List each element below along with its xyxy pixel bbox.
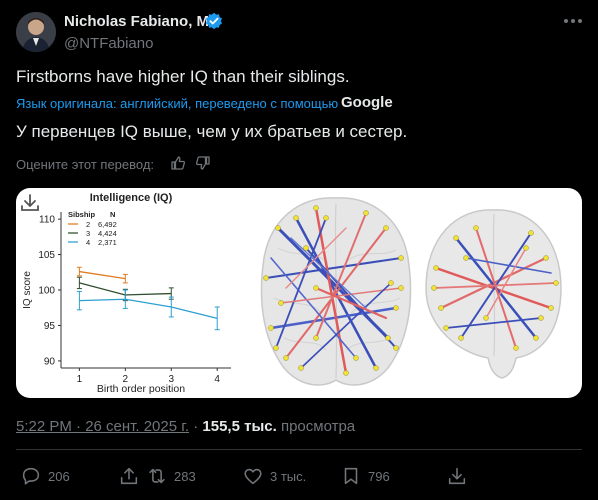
x-tick-label: 1	[77, 374, 83, 385]
x-tick-label: 4	[214, 374, 220, 385]
y-axis-label: IQ score	[22, 271, 33, 309]
author-name[interactable]: Nicholas Fabiano, MD	[64, 13, 220, 30]
y-tick-label: 100	[38, 286, 55, 297]
views-count: 155,5 тыс.	[202, 418, 277, 435]
repost-icon	[149, 468, 165, 484]
thumbs-down-icon[interactable]	[195, 155, 211, 171]
legend-header-n: N	[110, 210, 115, 219]
media-card[interactable]: Intelligence (IQ) IQ score Birth order p…	[16, 188, 582, 398]
brain-connectivity-image-2	[425, 209, 562, 379]
reply-icon	[22, 467, 40, 485]
divider	[16, 449, 582, 450]
chart-legend: Sibship N 2 6,492 3 4,424 4 2,371	[68, 210, 117, 247]
author-handle[interactable]: @NTFabiano	[64, 35, 153, 52]
bookmark-button[interactable]: 796	[340, 464, 390, 488]
tweet-text-translated: У первенцев IQ выше, чем у их братьев и …	[16, 122, 408, 141]
more-options-icon[interactable]	[562, 14, 584, 28]
series-line-sibship-2	[79, 270, 126, 280]
y-tick-label: 90	[44, 356, 56, 367]
legend-header-sibship: Sibship	[68, 210, 96, 219]
legend-series-name: 2	[86, 220, 90, 229]
bookmark-count: 796	[368, 468, 390, 484]
repost-button[interactable]: 283	[146, 464, 196, 488]
like-button[interactable]: 3 тыс.	[242, 464, 306, 488]
heart-icon	[244, 468, 262, 485]
meta-separator: ·	[193, 418, 199, 435]
bookmark-icon	[344, 467, 358, 485]
rate-translation-label: Оцените этот перевод:	[16, 157, 155, 172]
y-tick-label: 105	[38, 250, 55, 261]
x-tick-label: 3	[168, 374, 174, 385]
google-logo: Google	[341, 94, 393, 111]
like-count: 3 тыс.	[270, 468, 307, 484]
legend-series-n: 6,492	[98, 220, 117, 229]
thumbs-up-icon[interactable]	[170, 155, 186, 171]
reply-button[interactable]: 206	[20, 464, 70, 488]
legend-series-n: 2,371	[98, 238, 117, 247]
download-icon	[448, 467, 466, 485]
tweet-timestamp[interactable]: 5:22 PM · 26 сент. 2025 г.	[16, 418, 189, 435]
verified-badge-icon	[205, 12, 223, 30]
download-icon	[21, 194, 39, 211]
x-tick-label: 2	[123, 374, 129, 385]
reply-count: 206	[48, 468, 70, 484]
share-button[interactable]	[118, 464, 140, 488]
y-tick-label: 95	[44, 321, 56, 332]
download-button[interactable]	[446, 464, 468, 488]
brain-connectivity-image-1	[260, 197, 412, 386]
legend-series-name: 3	[86, 229, 90, 238]
share-icon	[120, 467, 138, 485]
avatar[interactable]	[16, 12, 56, 52]
repost-count: 283	[174, 468, 196, 484]
tweet-text-original: Firstborns have higher IQ than their sib…	[16, 67, 350, 86]
series-line-sibship-4	[79, 298, 218, 319]
legend-series-n: 4,424	[98, 229, 117, 238]
translation-note-link[interactable]: Язык оригинала: английский, переведено с…	[16, 96, 338, 111]
legend-series-name: 4	[86, 238, 90, 247]
tweet-meta: 5:22 PM · 26 сент. 2025 г. · 155,5 тыс. …	[16, 418, 355, 435]
y-tick-label: 110	[39, 215, 55, 226]
iq-chart: Intelligence (IQ) IQ score Birth order p…	[22, 192, 231, 395]
chart-title: Intelligence (IQ)	[90, 192, 173, 204]
media-figure: Intelligence (IQ) IQ score Birth order p…	[21, 192, 562, 395]
views-label: просмотра	[280, 418, 356, 435]
